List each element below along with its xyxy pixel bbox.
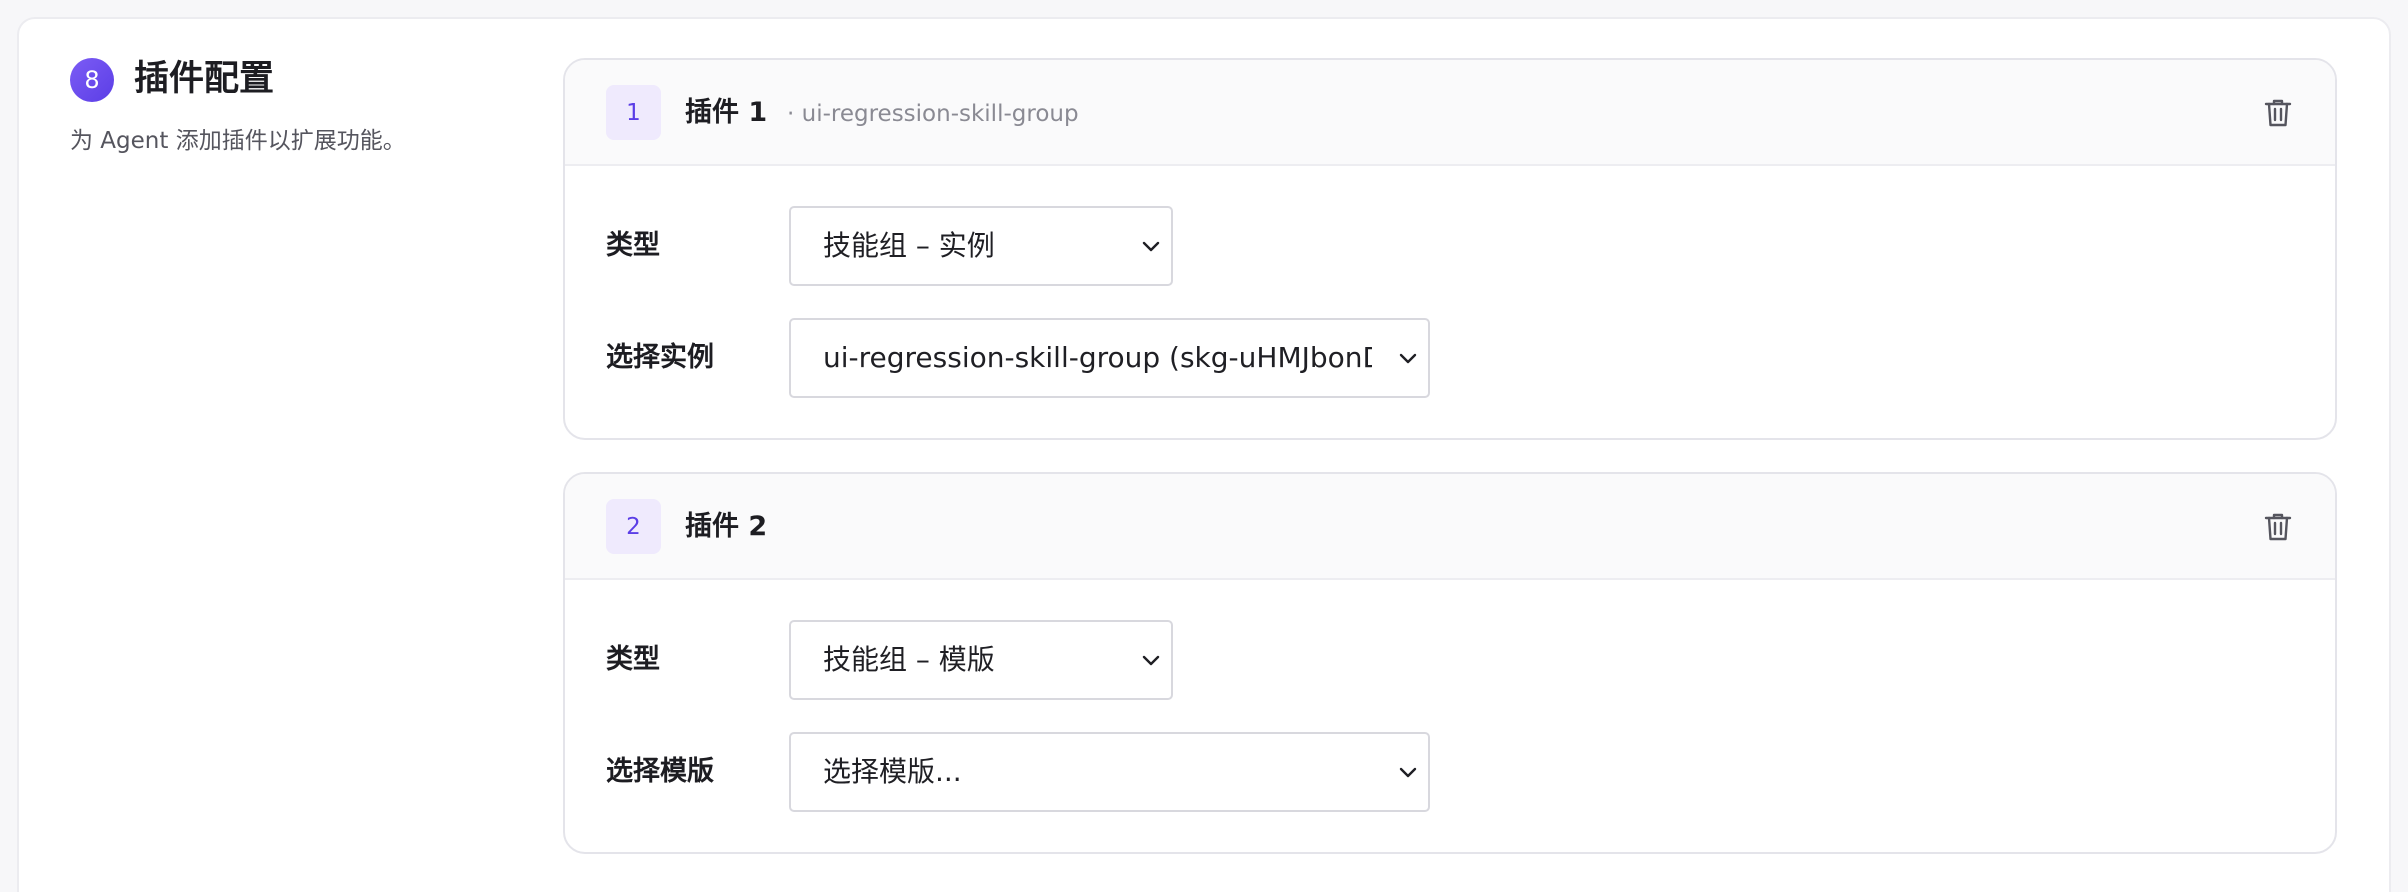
- plugin-name: 插件 2: [685, 511, 768, 542]
- step-badge: 8: [70, 58, 114, 102]
- chevron-down-icon: [1142, 655, 1160, 666]
- type-select-value: 技能组 – 模版: [823, 643, 995, 676]
- plugin-header: 2 插件 2: [565, 474, 2335, 580]
- instance-select[interactable]: ui-regression-skill-group (skg-uHMJbonD: [789, 318, 1430, 398]
- type-select-value: 技能组 – 实例: [823, 229, 995, 262]
- section-description: 为 Agent 添加插件以扩展功能。: [70, 128, 406, 154]
- trash-icon: [2264, 513, 2292, 541]
- type-select[interactable]: 技能组 – 模版: [789, 620, 1173, 700]
- delete-plugin-button[interactable]: [2261, 96, 2295, 130]
- plugin-name: 插件 1: [685, 97, 768, 128]
- instance-select-value: ui-regression-skill-group (skg-uHMJbonD: [823, 341, 1372, 374]
- plugin-header: 1 插件 1 · ui-regression-skill-group: [565, 60, 2335, 166]
- trash-icon: [2264, 99, 2292, 127]
- field-label-type: 类型: [606, 644, 660, 675]
- field-label-type: 类型: [606, 230, 660, 261]
- delete-plugin-button[interactable]: [2261, 510, 2295, 544]
- plugin-card-2: 2 插件 2 类型 技能组 – 模版 选择模版 选择模版...: [563, 472, 2337, 854]
- type-select[interactable]: 技能组 – 实例: [789, 206, 1173, 286]
- chevron-down-icon: [1399, 767, 1417, 778]
- chevron-down-icon: [1142, 241, 1160, 252]
- section-title: 插件配置: [134, 59, 275, 99]
- chevron-down-icon: [1399, 353, 1417, 364]
- plugin-index-badge: 2: [606, 499, 661, 554]
- template-select-value: 选择模版...: [823, 755, 962, 788]
- field-label-instance: 选择实例: [606, 342, 714, 373]
- plugin-subtitle: · ui-regression-skill-group: [787, 101, 1079, 127]
- template-select[interactable]: 选择模版...: [789, 732, 1430, 812]
- plugin-index-badge: 1: [606, 85, 661, 140]
- plugin-card-1: 1 插件 1 · ui-regression-skill-group 类型 技能…: [563, 58, 2337, 440]
- field-label-template: 选择模版: [606, 756, 714, 787]
